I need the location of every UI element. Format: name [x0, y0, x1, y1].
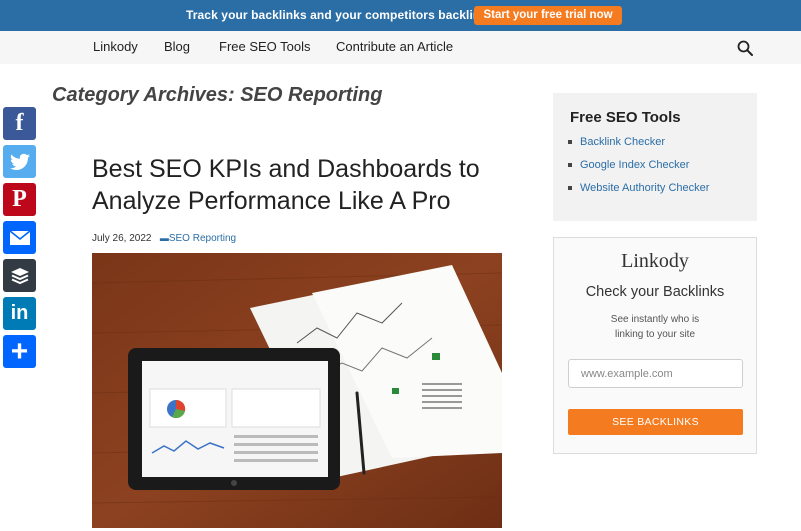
bullet-icon	[568, 140, 572, 145]
post-date: July 26, 2022	[92, 233, 152, 244]
folder-icon: ▬	[159, 233, 169, 243]
google-index-checker-link[interactable]: Google Index Checker	[580, 159, 689, 171]
nav-item-blog[interactable]: Blog	[164, 39, 190, 54]
promo-banner: Track your backlinks and your competitor…	[0, 0, 801, 31]
see-backlinks-button[interactable]: SEE BACKLINKS	[568, 409, 743, 435]
subtext-line-1: See instantly who is	[610, 314, 700, 325]
linkedin-icon: in	[10, 302, 29, 324]
subtext-line-2: linking to your site	[614, 329, 696, 340]
pinterest-icon: P	[12, 186, 27, 212]
buffer-icon	[10, 267, 29, 284]
share-linkedin-button[interactable]: in	[3, 297, 36, 330]
share-more-button[interactable]: +	[3, 335, 36, 368]
website-authority-checker-link[interactable]: Website Authority Checker	[580, 182, 709, 194]
free-seo-tools-widget: Free SEO Tools Backlink Checker Google I…	[553, 93, 757, 221]
post-title-link[interactable]: Best SEO KPIs and Dashboards to Analyze …	[92, 153, 512, 217]
backlink-checker-link[interactable]: Backlink Checker	[580, 136, 665, 148]
bullet-icon	[568, 163, 572, 168]
backlink-checker-widget: Linkody Check your Backlinks See instant…	[553, 237, 757, 454]
post-category-link[interactable]: SEO Reporting	[169, 233, 236, 244]
facebook-icon: f	[15, 110, 24, 136]
share-email-button[interactable]	[3, 221, 36, 254]
share-facebook-button[interactable]: f	[3, 107, 36, 140]
twitter-icon	[9, 153, 30, 170]
list-item: Backlink Checker	[568, 135, 709, 158]
list-item: Website Authority Checker	[568, 181, 709, 204]
tools-list: Backlink Checker Google Index Checker We…	[568, 135, 709, 204]
share-buffer-button[interactable]	[3, 259, 36, 292]
free-trial-button[interactable]: Start your free trial now	[474, 6, 622, 25]
widget-subtext: See instantly who is linking to your sit…	[574, 312, 736, 342]
promo-text: Track your backlinks and your competitor…	[186, 8, 494, 22]
share-twitter-button[interactable]	[3, 145, 36, 178]
linkody-logo: Linkody	[621, 250, 689, 272]
email-icon	[9, 229, 30, 245]
share-pinterest-button[interactable]: P	[3, 183, 36, 216]
page-title: Category Archives: SEO Reporting	[52, 84, 383, 106]
post-featured-image[interactable]	[92, 253, 502, 528]
search-icon[interactable]	[737, 40, 753, 56]
widget-title: Free SEO Tools	[570, 109, 681, 126]
post-meta: July 26, 2022 ▬SEO Reporting	[92, 233, 236, 244]
nav-item-contribute[interactable]: Contribute an Article	[336, 39, 453, 54]
main-nav: Linkody Blog Free SEO Tools Contribute a…	[0, 31, 801, 64]
bullet-icon	[568, 186, 572, 191]
plus-icon: +	[10, 334, 29, 368]
nav-item-linkody[interactable]: Linkody	[93, 39, 138, 54]
widget-heading: Check your Backlinks	[585, 284, 725, 300]
dashboard-tablet-photo	[92, 253, 502, 528]
list-item: Google Index Checker	[568, 158, 709, 181]
nav-item-free-seo-tools[interactable]: Free SEO Tools	[219, 39, 311, 54]
website-url-input[interactable]	[568, 359, 743, 388]
